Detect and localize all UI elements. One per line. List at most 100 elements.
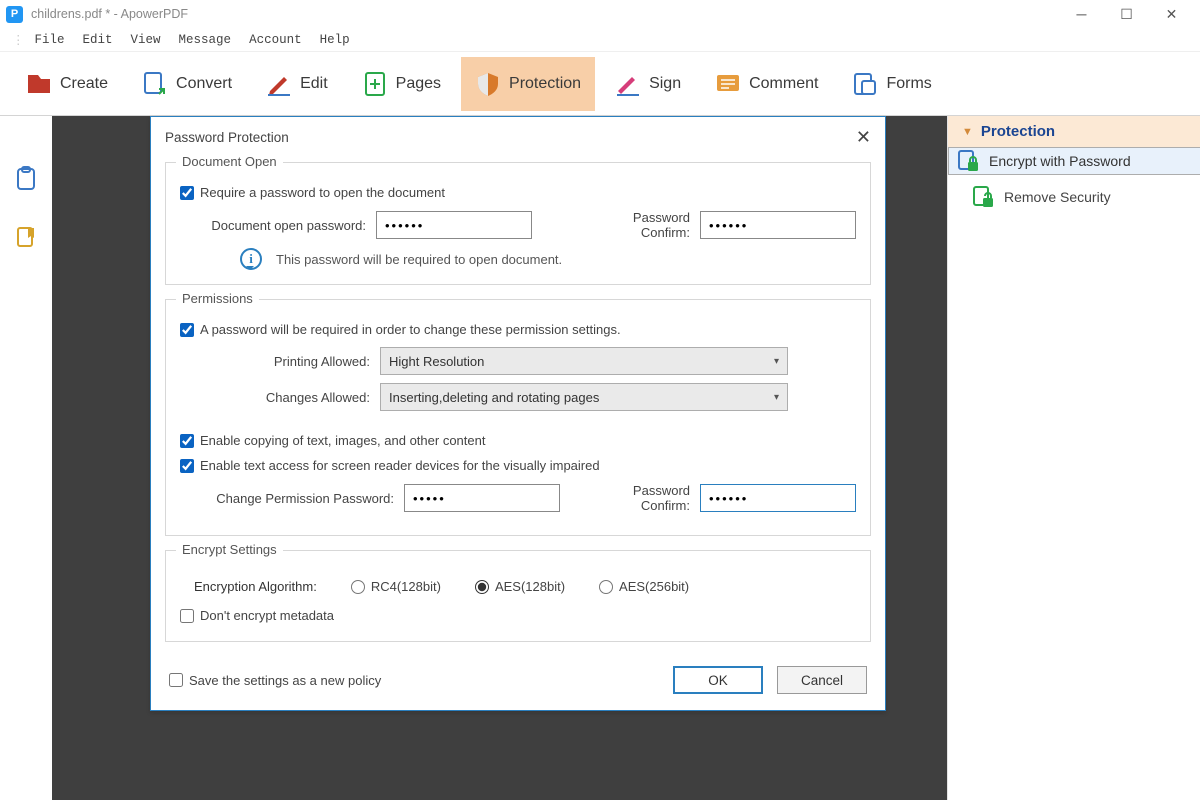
dialog-close-button[interactable]: ✕: [856, 127, 871, 148]
require-permission-password-input[interactable]: [180, 323, 194, 337]
dialog-footer: Save the settings as a new policy OK Can…: [151, 656, 885, 710]
save-policy-label: Save the settings as a new policy: [189, 673, 381, 688]
dialog-title: Password Protection: [165, 130, 289, 145]
menu-view[interactable]: View: [131, 33, 161, 47]
password-protection-dialog: Password Protection ✕ Document Open Requ…: [150, 116, 886, 711]
open-password-info-text: This password will be required to open d…: [276, 252, 562, 267]
ok-button[interactable]: OK: [673, 666, 763, 694]
right-panel: ▼ Protection Encrypt with Password Remov…: [947, 116, 1200, 800]
toolbar-create-label: Create: [60, 75, 108, 93]
toolbar-protection-label: Protection: [509, 75, 581, 93]
chevron-down-icon: ▾: [774, 356, 779, 367]
encryption-algorithm-row: Encryption Algorithm: RC4(128bit) AES(12…: [194, 579, 856, 594]
menubar-grip: ⋮: [12, 32, 25, 48]
toolbar-edit[interactable]: Edit: [252, 57, 342, 111]
toolbar-comment-label: Comment: [749, 75, 818, 93]
encryption-algorithm-label: Encryption Algorithm:: [194, 579, 317, 594]
dont-encrypt-metadata-input[interactable]: [180, 609, 194, 623]
enable-reader-label: Enable text access for screen reader dev…: [200, 458, 600, 473]
left-sidebar: [0, 116, 52, 800]
encrypt-with-password-item[interactable]: Encrypt with Password: [948, 147, 1200, 175]
enable-reader-input[interactable]: [180, 459, 194, 473]
changes-allowed-select[interactable]: Inserting,deleting and rotating pages ▾: [380, 383, 788, 411]
toolbar-forms[interactable]: Forms: [838, 57, 945, 111]
edit-icon: [266, 71, 292, 97]
dont-encrypt-metadata-label: Don't encrypt metadata: [200, 608, 334, 623]
cancel-button[interactable]: Cancel: [777, 666, 867, 694]
open-password-confirm-label: Password Confirm:: [585, 210, 690, 240]
require-open-password-input[interactable]: [180, 186, 194, 200]
permissions-group: Permissions A password will be required …: [165, 299, 871, 536]
require-permission-password-label: A password will be required in order to …: [200, 322, 621, 337]
sign-icon: [615, 71, 641, 97]
workspace: Password Protection ✕ Document Open Requ…: [0, 116, 1200, 800]
remove-security-icon: [972, 185, 994, 209]
toolbar-edit-label: Edit: [300, 75, 328, 93]
toolbar-forms-label: Forms: [886, 75, 931, 93]
menu-message[interactable]: Message: [179, 33, 232, 47]
encrypt-icon: [957, 149, 979, 173]
remove-security-label: Remove Security: [1004, 189, 1111, 205]
toolbar-convert[interactable]: Convert: [128, 57, 246, 111]
document-area: Password Protection ✕ Document Open Requ…: [52, 116, 947, 800]
maximize-button[interactable]: ☐: [1104, 0, 1149, 28]
app-icon: P: [6, 6, 23, 23]
enable-reader-checkbox[interactable]: Enable text access for screen reader dev…: [180, 458, 856, 473]
convert-icon: [142, 71, 168, 97]
menu-account[interactable]: Account: [249, 33, 302, 47]
algo-aes128-input[interactable]: [475, 580, 489, 594]
changes-allowed-value: Inserting,deleting and rotating pages: [389, 390, 599, 405]
clipboard-icon[interactable]: [15, 166, 37, 192]
require-open-password-label: Require a password to open the document: [200, 185, 445, 200]
algo-rc4-radio[interactable]: RC4(128bit): [351, 579, 441, 594]
open-password-info: i This password will be required to open…: [240, 248, 856, 270]
enable-copy-checkbox[interactable]: Enable copying of text, images, and othe…: [180, 433, 856, 448]
close-button[interactable]: ✕: [1149, 0, 1194, 28]
toolbar-protection[interactable]: Protection: [461, 57, 595, 111]
permission-password-input[interactable]: [404, 484, 560, 512]
dialog-titlebar: Password Protection ✕: [151, 117, 885, 156]
pages-icon: [362, 71, 388, 97]
encrypt-with-password-label: Encrypt with Password: [989, 153, 1131, 169]
save-policy-checkbox[interactable]: Save the settings as a new policy: [169, 673, 381, 688]
toolbar-comment[interactable]: Comment: [701, 57, 832, 111]
toolbar-create[interactable]: Create: [12, 57, 122, 111]
open-password-confirm-input[interactable]: [700, 211, 856, 239]
comment-icon: [715, 71, 741, 97]
changes-allowed-label: Changes Allowed:: [250, 390, 370, 405]
toolbar-sign[interactable]: Sign: [601, 57, 695, 111]
algo-aes128-radio[interactable]: AES(128bit): [475, 579, 565, 594]
algo-aes256-radio[interactable]: AES(256bit): [599, 579, 689, 594]
create-icon: [26, 71, 52, 97]
window-title: childrens.pdf * - ApowerPDF: [31, 7, 188, 21]
dont-encrypt-metadata-checkbox[interactable]: Don't encrypt metadata: [180, 608, 856, 623]
permissions-legend: Permissions: [176, 291, 259, 306]
permission-password-label: Change Permission Password:: [194, 491, 394, 506]
menu-help[interactable]: Help: [320, 33, 350, 47]
remove-security-item[interactable]: Remove Security: [948, 175, 1200, 219]
toolbar-convert-label: Convert: [176, 75, 232, 93]
permission-password-confirm-input[interactable]: [700, 484, 856, 512]
forms-icon: [852, 71, 878, 97]
require-permission-password-checkbox[interactable]: A password will be required in order to …: [180, 322, 856, 337]
printing-allowed-select[interactable]: Hight Resolution ▾: [380, 347, 788, 375]
require-open-password-checkbox[interactable]: Require a password to open the document: [180, 185, 856, 200]
toolbar-sign-label: Sign: [649, 75, 681, 93]
encrypt-settings-group: Encrypt Settings Encryption Algorithm: R…: [165, 550, 871, 642]
open-password-input[interactable]: [376, 211, 532, 239]
menu-file[interactable]: File: [35, 33, 65, 47]
right-panel-header[interactable]: ▼ Protection: [948, 116, 1200, 147]
bookmark-icon[interactable]: [15, 226, 37, 252]
enable-copy-input[interactable]: [180, 434, 194, 448]
encrypt-settings-legend: Encrypt Settings: [176, 542, 283, 557]
algo-aes256-input[interactable]: [599, 580, 613, 594]
caret-down-icon: ▼: [962, 126, 973, 138]
save-policy-input[interactable]: [169, 673, 183, 687]
toolbar: Create Convert Edit Pages Protection Sig…: [0, 52, 1200, 116]
toolbar-pages[interactable]: Pages: [348, 57, 455, 111]
algo-aes128-label: AES(128bit): [495, 579, 565, 594]
menu-edit[interactable]: Edit: [83, 33, 113, 47]
window-controls: ─ ☐ ✕: [1059, 0, 1194, 28]
algo-rc4-input[interactable]: [351, 580, 365, 594]
minimize-button[interactable]: ─: [1059, 0, 1104, 28]
